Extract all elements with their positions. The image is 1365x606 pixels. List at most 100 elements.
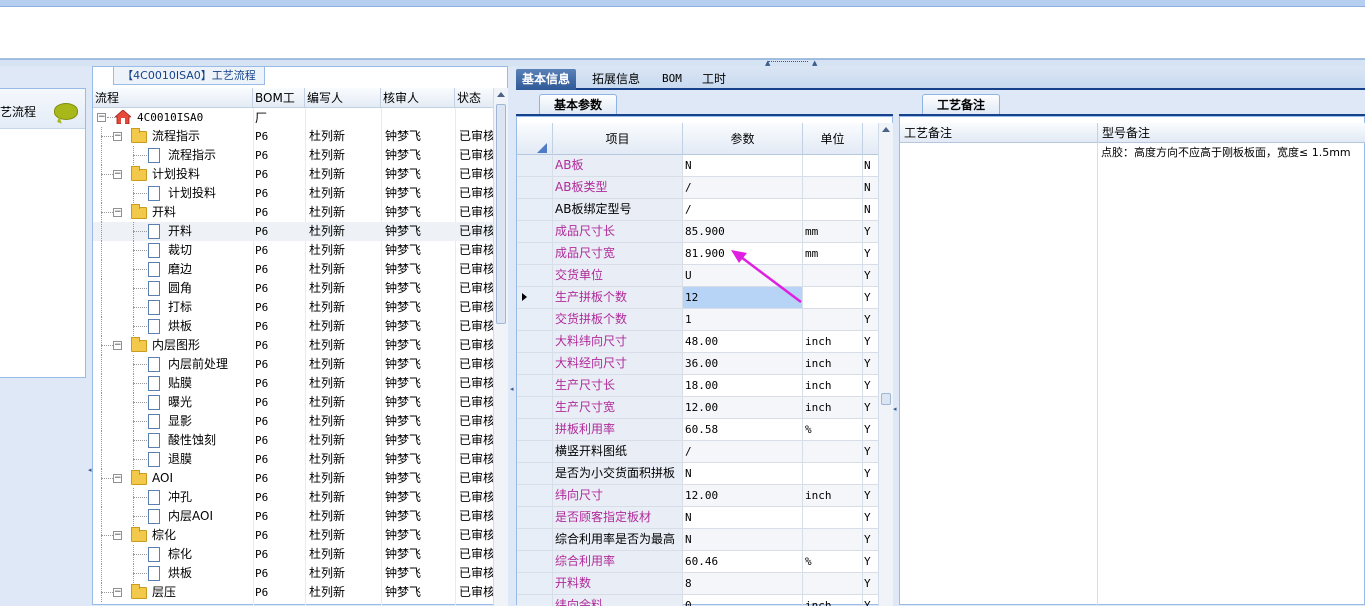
tree-row[interactable]: 流程指示 P6 杜列新 钟梦飞 已审核 [93, 146, 493, 165]
row-indicator[interactable] [517, 199, 553, 220]
grid-row[interactable]: 拼板利用率 60.58% Y [517, 419, 879, 441]
row-indicator[interactable] [517, 485, 553, 506]
grid-row[interactable]: 横竖开料图纸 / Y [517, 441, 879, 463]
splitter-grip[interactable] [768, 61, 808, 65]
grid-row[interactable]: 成品尺寸宽 81.900 mm Y [517, 243, 879, 265]
tree-row[interactable]: 退膜 P6 杜列新 钟梦飞 已审核 [93, 450, 493, 469]
grid-row[interactable]: AB板类型 / N [517, 177, 879, 199]
row-indicator[interactable] [517, 551, 553, 572]
row-indicator[interactable] [517, 309, 553, 330]
grid-row[interactable]: 纬向尺寸 12.00 inch Y [517, 485, 879, 507]
row-indicator[interactable] [517, 353, 553, 374]
tree-row[interactable]: − 4C0010ISA0 [93, 108, 493, 127]
tree-row[interactable]: 烘板 P6 杜列新 钟梦飞 已审核 [93, 317, 493, 336]
grid-row[interactable]: 成品尺寸长 85.900 mm Y [517, 221, 879, 243]
row-indicator[interactable] [517, 397, 553, 418]
grid-cell-param[interactable]: 8 [683, 573, 803, 594]
grid-cell-param[interactable]: 85.900 [683, 221, 803, 242]
tab-basic-info[interactable]: 基本信息 [516, 69, 577, 90]
collapse-icon[interactable]: − [97, 113, 106, 122]
grid-cell-param[interactable]: N [683, 155, 803, 176]
grid-cell-param[interactable]: 60.46 [683, 551, 803, 572]
row-indicator[interactable] [517, 419, 553, 440]
collapse-icon[interactable]: − [113, 474, 122, 483]
tree-row[interactable]: − 流程指示 P6 杜列新 钟梦飞 已审核 [93, 127, 493, 146]
scroll-up-icon-grid[interactable] [882, 127, 890, 132]
grid-cell-param[interactable]: N [683, 463, 803, 484]
grid-cell-param[interactable]: 60.58 [683, 419, 803, 440]
grid-cell-param[interactable]: 1 [683, 309, 803, 330]
grid-cell-param[interactable]: N [683, 529, 803, 550]
tree-row[interactable]: 裁切 P6 杜列新 钟梦飞 已审核 [93, 241, 493, 260]
collapse-icon[interactable]: − [113, 208, 122, 217]
col-header-model-note[interactable]: 型号备注 [1098, 123, 1365, 143]
horizontal-splitter[interactable]: ▲ ▲ [0, 59, 1365, 67]
grid-row[interactable]: 纬向余料 0 inch Y [517, 595, 879, 606]
grid-cell-param[interactable]: N [683, 507, 803, 528]
middle-splitter[interactable]: ◂ [508, 66, 516, 605]
row-indicator[interactable] [517, 507, 553, 528]
col-header-process[interactable]: 流程 [93, 88, 253, 108]
tree-row[interactable]: 开料 P6 杜列新 钟梦飞 已审核 [93, 222, 493, 241]
col-header-flag[interactable] [863, 123, 879, 155]
grid-row[interactable]: 是否顾客指定板材 N Y [517, 507, 879, 529]
row-indicator[interactable] [517, 573, 553, 594]
collapse-left-icon-3[interactable]: ◂ [893, 406, 897, 413]
grid-cell-param[interactable]: 36.00 [683, 353, 803, 374]
model-note-cell[interactable]: 点胶：高度方向不应高于刚板板面，宽度≤ 1.5mm [1101, 143, 1365, 163]
grid-cell-param[interactable]: 0 [683, 595, 803, 606]
tree-row[interactable]: 内层前处理 P6 杜列新 钟梦飞 已审核 [93, 355, 493, 374]
row-indicator[interactable] [517, 441, 553, 462]
grid-row[interactable]: AB板 N N [517, 155, 879, 177]
grid-corner[interactable] [517, 123, 553, 155]
grid-row[interactable]: 综合利用率是否为最高 N Y [517, 529, 879, 551]
tree-row[interactable]: − AOI P6 杜列新 钟梦飞 已审核 [93, 469, 493, 488]
grid-row[interactable]: 生产拼板个数 12 Y [517, 287, 879, 309]
grid-cell-param[interactable]: / [683, 441, 803, 462]
tree-row[interactable]: − 层压 P6 杜列新 钟梦飞 已审核 [93, 583, 493, 602]
collapse-icon[interactable]: − [113, 170, 122, 179]
col-header-status[interactable]: 状态 [455, 88, 493, 108]
subtab-basic-params[interactable]: 基本参数 [539, 94, 617, 116]
row-indicator[interactable] [517, 243, 553, 264]
tree-row[interactable]: 贴膜 P6 杜列新 钟梦飞 已审核 [93, 374, 493, 393]
row-indicator[interactable] [517, 375, 553, 396]
grid-scrollbar[interactable] [878, 123, 893, 606]
row-indicator[interactable] [517, 595, 553, 606]
tree-row[interactable]: − 棕化 P6 杜列新 钟梦飞 已审核 [93, 526, 493, 545]
grid-row[interactable]: 综合利用率 60.46% Y [517, 551, 879, 573]
grid-cell-param[interactable]: 18.00 [683, 375, 803, 396]
row-indicator[interactable] [517, 221, 553, 242]
tree-row[interactable]: 冲孔 P6 杜列新 钟梦飞 已审核 [93, 488, 493, 507]
subtab-process-notes[interactable]: 工艺备注 [922, 94, 1000, 116]
tree-row[interactable]: 内层AOI P6 杜列新 钟梦飞 已审核 [93, 507, 493, 526]
grid-cell-param[interactable]: / [683, 177, 803, 198]
tree-row[interactable]: 计划投料 P6 杜列新 钟梦飞 已审核 [93, 184, 493, 203]
row-indicator[interactable] [517, 177, 553, 198]
tree-row[interactable]: 显影 P6 杜列新 钟梦飞 已审核 [93, 412, 493, 431]
scroll-up-icon[interactable] [497, 92, 505, 97]
tree-row[interactable]: − 开料 P6 杜列新 钟梦飞 已审核 [93, 203, 493, 222]
collapse-icon[interactable]: − [113, 132, 122, 141]
collapse-icon[interactable]: − [113, 531, 122, 540]
col-header-param[interactable]: 参数 [683, 123, 803, 155]
collapse-left-icon[interactable]: ◂ [88, 466, 92, 474]
tree-row[interactable]: 烘板 P6 杜列新 钟梦飞 已审核 [93, 564, 493, 583]
left-nav-item[interactable]: 艺流程 [0, 89, 85, 129]
col-header-unit[interactable]: 单位 [803, 123, 863, 155]
grid-row[interactable]: 交货单位 U Y [517, 265, 879, 287]
grid-cell-param[interactable]: 12.00 [683, 397, 803, 418]
col-header-item[interactable]: 项目 [553, 123, 683, 155]
row-indicator[interactable] [517, 265, 553, 286]
col-header-process-note[interactable]: 工艺备注 [900, 123, 1098, 143]
tree-row[interactable]: 磨边 P6 杜列新 钟梦飞 已审核 [93, 260, 493, 279]
grid-row[interactable]: 是否为小交货面积拼板 N Y [517, 463, 879, 485]
chat-bubble-icon[interactable] [54, 103, 78, 120]
row-indicator[interactable] [517, 529, 553, 550]
tab-work-hours[interactable]: 工时 [696, 69, 732, 90]
col-header-writer[interactable]: 编写人 [305, 88, 381, 108]
row-indicator[interactable] [517, 287, 553, 308]
row-indicator[interactable] [517, 155, 553, 176]
row-indicator[interactable] [517, 331, 553, 352]
collapse-icon[interactable]: − [113, 588, 122, 597]
